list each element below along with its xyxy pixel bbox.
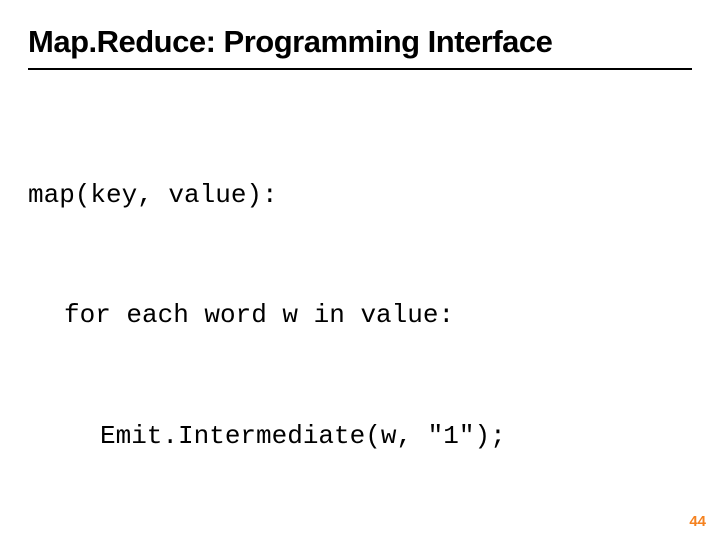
code-line: map(key, value): [28,175,692,215]
code-line: for each word w in value: [28,295,692,335]
slide: Map.Reduce: Programming Interface map(ke… [0,0,720,540]
page-number: 44 [689,513,706,530]
slide-title: Map.Reduce: Programming Interface [28,24,692,60]
code-block-map: map(key, value): for each word w in valu… [28,94,692,537]
code-line: Emit.Intermediate(w, "1"); [28,416,692,456]
title-divider [28,68,692,70]
